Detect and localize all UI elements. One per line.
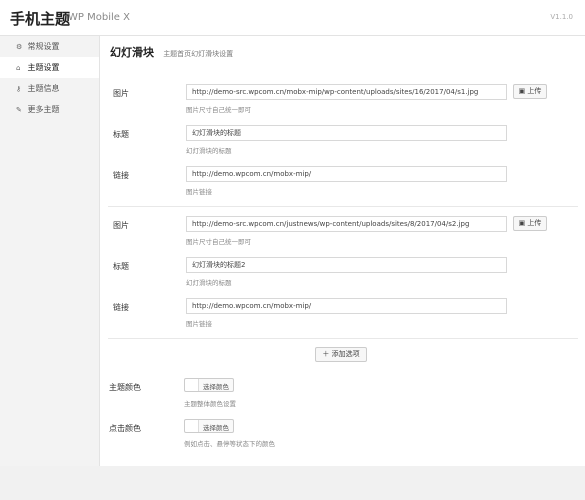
plus-icon: ＋ [322, 350, 330, 358]
click-color-button-label: 选择颜色 [203, 424, 229, 432]
gear-icon: ⚙ [16, 43, 23, 51]
sidebar-item-label: 常规设置 [27, 42, 60, 51]
slide-2-link-label: 链接 [113, 303, 129, 312]
theme-color-hint: 主题整体颜色设置 [184, 400, 236, 408]
slide-2-link-input[interactable]: http://demo.wpcom.cn/mobx-mip/ [186, 298, 507, 314]
click-color-picker[interactable]: 选择颜色 [184, 419, 234, 433]
sidebar-item-general-settings[interactable]: ⚙ 常规设置 [0, 36, 99, 57]
slide-1-link-hint: 图片链接 [186, 188, 212, 196]
slide-2-title-hint: 幻灯滑块的标题 [186, 279, 232, 287]
add-option-button[interactable]: ＋ 添加选项 [315, 347, 367, 362]
slide-2-image-input[interactable]: http://demo-src.wpcom.cn/justnews/wp-con… [186, 216, 507, 232]
sidebar-item-label: 主题设置 [27, 63, 60, 72]
section-header: 幻灯滑块 主题首页幻灯滑块设置 [110, 44, 233, 60]
slide-1-title-input[interactable]: 幻灯滑块的标题 [186, 125, 507, 141]
slide-1-image-input[interactable]: http://demo-src.wpcom.cn/mobx-mip/wp-con… [186, 84, 507, 100]
add-option-label: 添加选项 [331, 350, 360, 358]
theme-color-label: 主题颜色 [109, 383, 141, 392]
home-icon: ⌂ [16, 64, 21, 72]
slide-2-image-label: 图片 [113, 221, 129, 230]
top-bar: 手机主题 WP Mobile X V1.1.0 [0, 0, 585, 36]
slide-divider [108, 206, 578, 207]
app-window: 手机主题 WP Mobile X V1.1.0 ⚙ 常规设置 ⌂ 主题设置 ⚷ … [0, 0, 585, 500]
slide-1-link-label: 链接 [113, 171, 129, 180]
color-swatch [185, 420, 199, 432]
page-title: 手机主题 [10, 10, 71, 28]
slide-2-image-hint: 图片尺寸自己统一即可 [186, 238, 251, 246]
image-icon: ▣ [518, 219, 526, 227]
sidebar-item-more-themes[interactable]: ✎ 更多主题 [0, 99, 99, 120]
slide-1-title-label: 标题 [113, 130, 129, 139]
slide-2-link-hint: 图片链接 [186, 320, 212, 328]
section-description: 主题首页幻灯滑块设置 [163, 50, 234, 58]
theme-color-button-label: 选择颜色 [203, 383, 229, 391]
slide-2-title-label: 标题 [113, 262, 129, 271]
sidebar-item-label: 更多主题 [27, 105, 60, 114]
click-color-hint: 例如点击、悬停等状态下的颜色 [184, 440, 275, 448]
slide-1-title-hint: 幻灯滑块的标题 [186, 147, 232, 155]
click-color-label: 点击颜色 [109, 424, 141, 433]
theme-color-picker[interactable]: 选择颜色 [184, 378, 234, 392]
options-divider [108, 338, 578, 339]
upload-button-label: 上传 [527, 87, 542, 95]
slide-2-title-input[interactable]: 幻灯滑块的标题2 [186, 257, 507, 273]
main-panel: 幻灯滑块 主题首页幻灯滑块设置 图片 http://demo-src.wpcom… [100, 36, 585, 466]
slide-1-link-input[interactable]: http://demo.wpcom.cn/mobx-mip/ [186, 166, 507, 182]
upload-button-label: 上传 [527, 219, 542, 227]
sidebar: ⚙ 常规设置 ⌂ 主题设置 ⚷ 主题信息 ✎ 更多主题 [0, 36, 100, 466]
slide-1-upload-button[interactable]: ▣ 上传 [513, 84, 547, 99]
key-icon: ⚷ [16, 85, 22, 93]
slide-1-image-label: 图片 [113, 89, 129, 98]
version-label: V1.1.0 [550, 13, 573, 21]
slide-1-image-hint: 图片尺寸自己统一即可 [186, 106, 251, 114]
slide-2-upload-button[interactable]: ▣ 上传 [513, 216, 547, 231]
image-icon: ▣ [518, 87, 526, 95]
theme-name: WP Mobile X [68, 12, 130, 23]
color-swatch [185, 379, 199, 391]
sidebar-item-label: 主题信息 [27, 84, 60, 93]
page-footer [0, 466, 585, 500]
sidebar-item-theme-settings[interactable]: ⌂ 主题设置 [0, 57, 99, 78]
section-title: 幻灯滑块 [110, 46, 154, 59]
sidebar-item-theme-info[interactable]: ⚷ 主题信息 [0, 78, 99, 99]
pen-icon: ✎ [16, 106, 22, 114]
